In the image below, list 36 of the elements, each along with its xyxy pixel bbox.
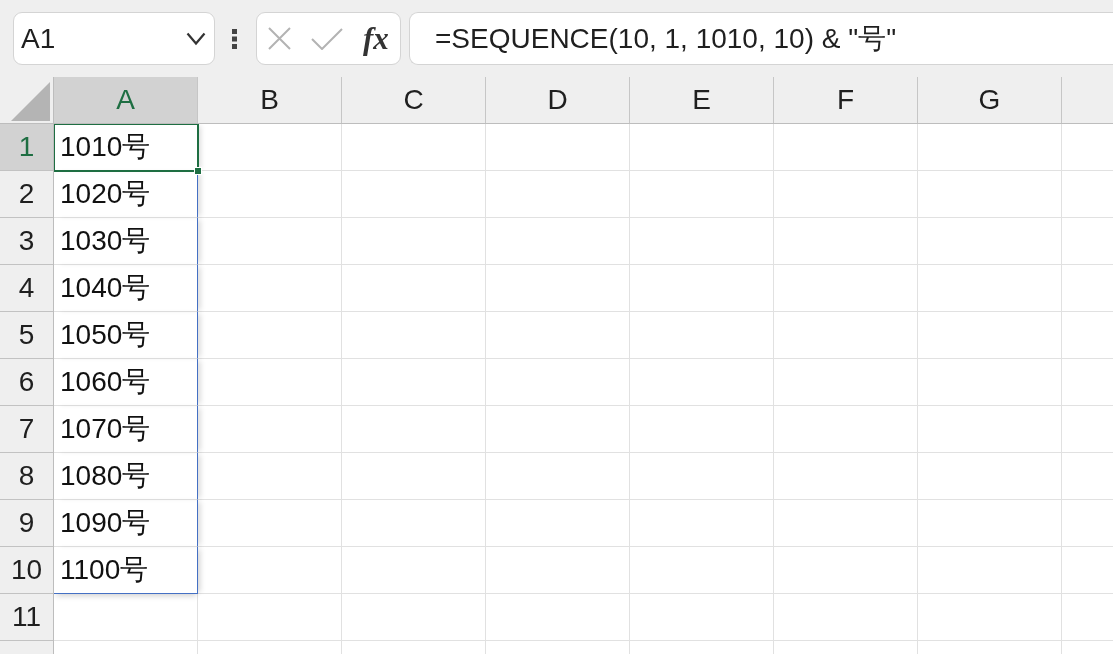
row-header[interactable]: 5 [0,312,53,359]
vertical-ellipsis-icon[interactable] [232,28,238,49]
column-header[interactable]: G [918,77,1062,123]
column-header[interactable]: B [198,77,342,123]
fill-handle[interactable] [194,167,202,175]
table-cell[interactable]: 1050号 [54,312,198,359]
row-header[interactable]: 1 [0,124,53,171]
column-header[interactable]: E [630,77,774,123]
name-box[interactable]: A1 [13,12,215,65]
row-header[interactable]: 9 [0,500,53,547]
cross-icon [268,27,291,50]
table-cell[interactable]: 1100号 [54,547,198,594]
insert-function-button[interactable]: fx [363,21,389,56]
column-header[interactable]: A [54,77,198,123]
table-cell[interactable]: 1070号 [54,406,198,453]
row-header[interactable]: 8 [0,453,53,500]
table-cell[interactable]: 1080号 [54,453,198,500]
column-header[interactable]: F [774,77,918,123]
table-cell[interactable]: 1090号 [54,500,198,547]
row-header[interactable]: 3 [0,218,53,265]
row-header[interactable]: 4 [0,265,53,312]
formula-field[interactable]: =SEQUENCE(10, 1, 1010, 10) & "号" [409,12,1113,65]
check-icon [311,27,343,50]
table-cell[interactable]: 1020号 [54,171,198,218]
column-header[interactable]: C [342,77,486,123]
row-header[interactable]: 7 [0,406,53,453]
table-cell[interactable]: 1030号 [54,218,198,265]
row-header[interactable]: 6 [0,359,53,406]
row-header[interactable]: 10 [0,547,53,594]
chevron-down-icon[interactable] [186,31,206,46]
row-header[interactable]: 2 [0,171,53,218]
table-cell[interactable]: 1040号 [54,265,198,312]
column-header[interactable]: D [486,77,630,123]
table-cell[interactable]: 1010号 [54,124,198,171]
table-cell[interactable]: 1060号 [54,359,198,406]
row-header[interactable]: 11 [0,594,53,641]
